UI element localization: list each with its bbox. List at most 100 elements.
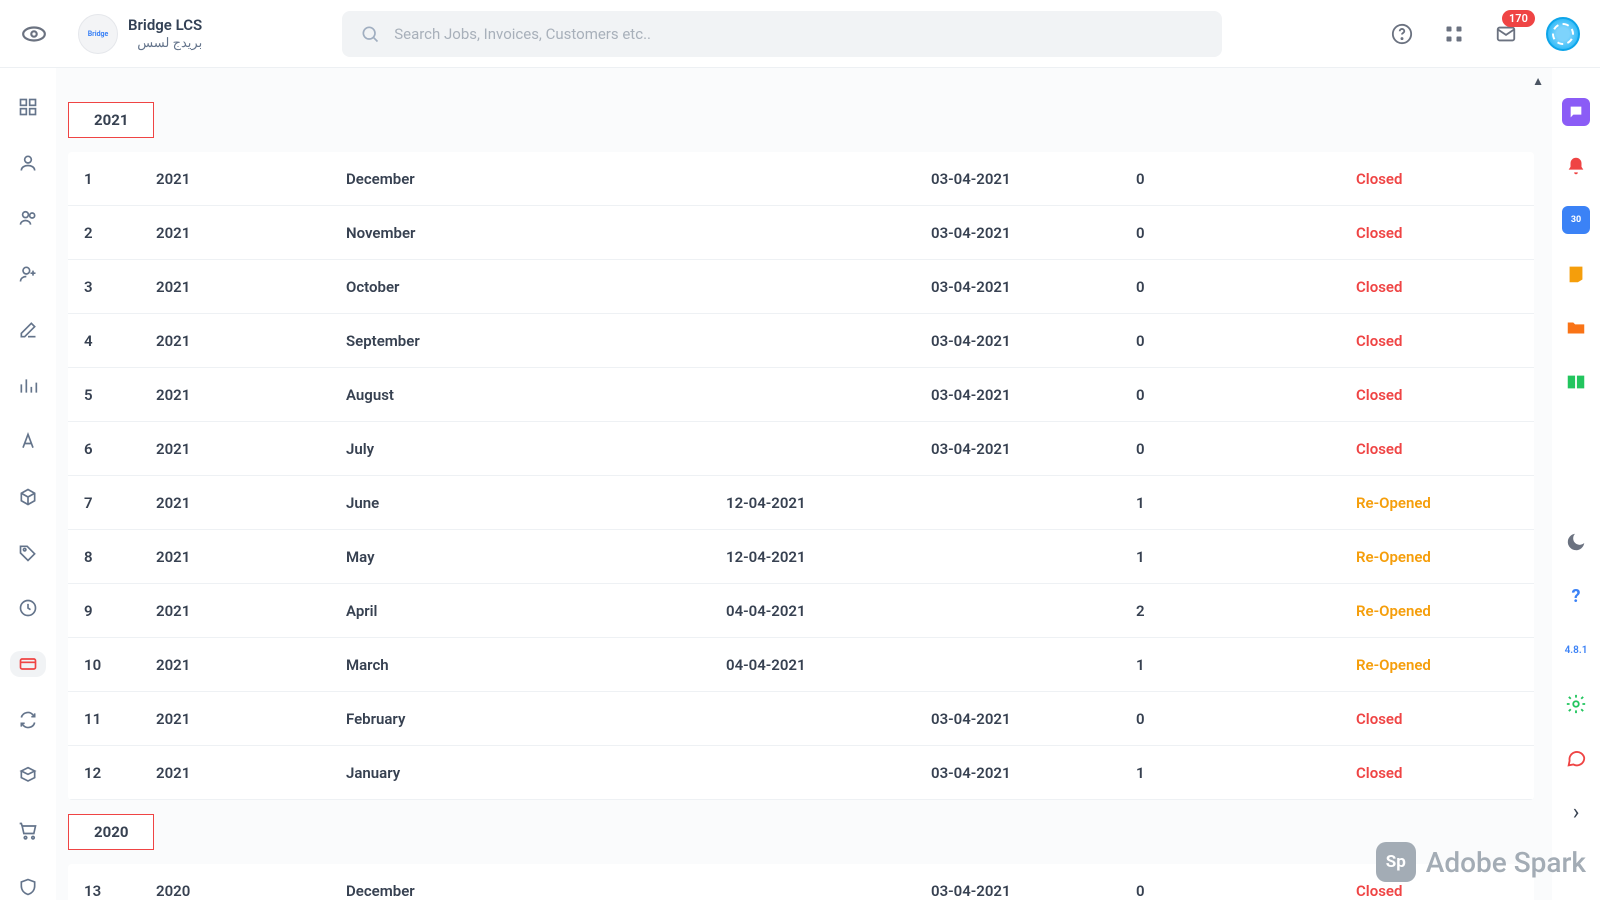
nav-clock-icon[interactable] xyxy=(10,596,46,622)
row-status: Re-Opened xyxy=(1356,548,1534,566)
row-close-date: 03-04-2021 xyxy=(931,386,1136,404)
dock-settings-icon[interactable] xyxy=(1562,690,1590,718)
row-count: 1 xyxy=(1136,548,1356,566)
right-dock: 30 ? 4.8.1 › xyxy=(1552,68,1600,900)
row-year: 2021 xyxy=(156,278,346,296)
dock-darkmode-icon[interactable] xyxy=(1562,528,1590,556)
table-row[interactable]: 92021April04-04-20212Re-Opened xyxy=(68,584,1534,638)
row-close-date: 03-04-2021 xyxy=(931,278,1136,296)
nav-font-icon[interactable] xyxy=(10,428,46,454)
dock-calendar-icon[interactable]: 30 xyxy=(1562,206,1590,234)
dock-chat-icon[interactable] xyxy=(1562,98,1590,126)
help-icon[interactable] xyxy=(1390,22,1414,46)
row-year: 2021 xyxy=(156,170,346,188)
row-index: 7 xyxy=(84,494,156,512)
row-close-date: 03-04-2021 xyxy=(931,882,1136,900)
search-bar[interactable] xyxy=(342,11,1222,57)
nav-analytics-icon[interactable] xyxy=(10,373,46,399)
row-month: April xyxy=(346,602,726,620)
dock-help-icon[interactable]: ? xyxy=(1562,582,1590,610)
nav-edit-icon[interactable] xyxy=(10,317,46,343)
period-table: 132020December03-04-20210Closed xyxy=(68,864,1534,900)
row-month: December xyxy=(346,170,726,188)
table-row[interactable]: 102021March04-04-20211Re-Opened xyxy=(68,638,1534,692)
nav-package-icon[interactable] xyxy=(10,484,46,510)
table-row[interactable]: 122021January03-04-20211Closed xyxy=(68,746,1534,800)
nav-cube-icon[interactable] xyxy=(10,763,46,789)
table-row[interactable]: 32021October03-04-20210Closed xyxy=(68,260,1534,314)
row-count: 0 xyxy=(1136,278,1356,296)
row-index: 12 xyxy=(84,764,156,782)
table-row[interactable]: 132020December03-04-20210Closed xyxy=(68,864,1534,900)
row-month: July xyxy=(346,440,726,458)
row-status: Re-Opened xyxy=(1356,494,1534,512)
dock-folder-icon[interactable] xyxy=(1562,314,1590,342)
row-count: 0 xyxy=(1136,386,1356,404)
table-row[interactable]: 52021August03-04-20210Closed xyxy=(68,368,1534,422)
scroll-up-indicator: ▲ xyxy=(68,74,1552,88)
dock-note-icon[interactable] xyxy=(1562,260,1590,288)
row-year: 2021 xyxy=(156,764,346,782)
nav-users-icon[interactable] xyxy=(10,205,46,231)
nav-dashboard-icon[interactable] xyxy=(10,94,46,120)
row-year: 2021 xyxy=(156,332,346,350)
row-status: Closed xyxy=(1356,278,1534,296)
search-icon xyxy=(360,24,380,44)
brand-name: Bridge LCS xyxy=(128,16,202,34)
brand[interactable]: Bridge Bridge LCS بريدج لسس xyxy=(78,14,202,54)
row-open-date: 04-04-2021 xyxy=(726,656,931,674)
nav-card-icon[interactable] xyxy=(10,651,46,677)
row-count: 1 xyxy=(1136,494,1356,512)
row-close-date: 03-04-2021 xyxy=(931,170,1136,188)
year-group-header[interactable]: 2021 xyxy=(68,102,154,138)
row-month: August xyxy=(346,386,726,404)
app-header: Bridge Bridge LCS بريدج لسس 170 xyxy=(0,0,1600,68)
nav-user-icon[interactable] xyxy=(10,150,46,176)
row-status: Closed xyxy=(1356,764,1534,782)
avatar[interactable] xyxy=(1546,17,1580,51)
row-status: Re-Opened xyxy=(1356,602,1534,620)
table-row[interactable]: 12021December03-04-20210Closed xyxy=(68,152,1534,206)
row-index: 13 xyxy=(84,882,156,900)
nav-cart-icon[interactable] xyxy=(10,819,46,845)
row-year: 2021 xyxy=(156,656,346,674)
row-status: Re-Opened xyxy=(1356,656,1534,674)
nav-tag-icon[interactable] xyxy=(10,540,46,566)
table-row[interactable]: 72021June12-04-20211Re-Opened xyxy=(68,476,1534,530)
dock-expand-icon[interactable]: › xyxy=(1562,798,1590,826)
table-row[interactable]: 62021July03-04-20210Closed xyxy=(68,422,1534,476)
row-count: 0 xyxy=(1136,882,1356,900)
apps-grid-icon[interactable] xyxy=(1442,22,1466,46)
dock-message-icon[interactable] xyxy=(1562,744,1590,772)
row-year: 2021 xyxy=(156,440,346,458)
year-group-header[interactable]: 2020 xyxy=(68,814,154,850)
dock-bell-icon[interactable] xyxy=(1562,152,1590,180)
row-status: Closed xyxy=(1356,386,1534,404)
row-count: 0 xyxy=(1136,710,1356,728)
row-close-date: 03-04-2021 xyxy=(931,224,1136,242)
row-index: 11 xyxy=(84,710,156,728)
table-row[interactable]: 82021May12-04-20211Re-Opened xyxy=(68,530,1534,584)
visibility-icon[interactable] xyxy=(20,21,48,47)
row-index: 2 xyxy=(84,224,156,242)
mail-icon[interactable]: 170 xyxy=(1494,22,1518,46)
nav-user-add-icon[interactable] xyxy=(10,261,46,287)
nav-sync-icon[interactable] xyxy=(10,707,46,733)
row-count: 0 xyxy=(1136,224,1356,242)
row-month: March xyxy=(346,656,726,674)
nav-shield-icon[interactable] xyxy=(10,874,46,900)
row-index: 8 xyxy=(84,548,156,566)
table-row[interactable]: 42021September03-04-20210Closed xyxy=(68,314,1534,368)
row-month: June xyxy=(346,494,726,512)
brand-sub: بريدج لسس xyxy=(128,36,202,51)
dock-book-icon[interactable] xyxy=(1562,368,1590,396)
row-index: 6 xyxy=(84,440,156,458)
row-index: 4 xyxy=(84,332,156,350)
table-row[interactable]: 112021February03-04-20210Closed xyxy=(68,692,1534,746)
row-count: 1 xyxy=(1136,764,1356,782)
row-year: 2021 xyxy=(156,494,346,512)
search-input[interactable] xyxy=(394,25,1204,43)
table-row[interactable]: 22021November03-04-20210Closed xyxy=(68,206,1534,260)
row-count: 0 xyxy=(1136,332,1356,350)
row-month: January xyxy=(346,764,726,782)
